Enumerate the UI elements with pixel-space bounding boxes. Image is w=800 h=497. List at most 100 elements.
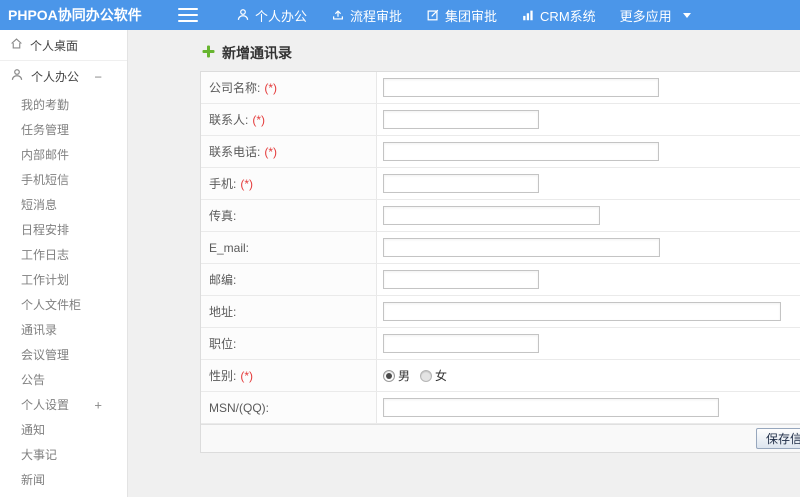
sidebar-item-label: 内部邮件 <box>21 148 70 162</box>
nav-item-label: 更多应用 <box>619 8 672 24</box>
field-input-cell <box>377 110 800 129</box>
field-label: 联系人: <box>209 113 249 127</box>
field-label: E_mail: <box>209 240 250 255</box>
company-name-input[interactable] <box>383 78 659 97</box>
mobile-input[interactable] <box>383 174 539 193</box>
msn-qq-input[interactable] <box>383 398 719 417</box>
crm-chart-icon <box>521 8 535 22</box>
sidebar-item-label: 短消息 <box>21 198 58 212</box>
field-input-cell <box>377 302 800 321</box>
field-label: 地址: <box>209 305 237 319</box>
form-row-zipcode: 邮编: <box>201 264 800 296</box>
field-input-cell <box>377 334 800 353</box>
required-marker: (*) <box>252 112 266 127</box>
hamburger-menu-icon[interactable] <box>178 8 198 22</box>
new-contact-form: 公司名称: (*) 联系人: (*) 联系电话: (*) 手机: (*) 传真: E_mail: 邮… <box>200 71 800 453</box>
field-label-cell: 联系人: (*) <box>201 104 377 135</box>
radio-checked-icon[interactable] <box>383 369 395 382</box>
gender-option-女[interactable]: 女 <box>420 367 447 384</box>
nav-item-流程审批[interactable]: 流程审批 <box>319 0 414 30</box>
sidebar-item-label: 工作计划 <box>21 273 70 287</box>
body-wrap: 个人桌面 个人办公 − 我的考勤 任务管理 内部邮件 手机短信 短消息 日程安排 工作日志 工作计划… <box>0 30 800 497</box>
field-label-cell: 性别: (*) <box>201 360 377 391</box>
collapse-minus-icon[interactable]: − <box>94 69 102 84</box>
gender-radio-group: 男女 <box>383 367 447 384</box>
sidebar-item-label: 个人设置 <box>21 398 70 412</box>
nav-item-CRM系统[interactable]: CRM系统 <box>509 0 608 30</box>
form-row-email: E_mail: <box>201 232 800 264</box>
required-marker: (*) <box>240 368 254 383</box>
gender-option-男[interactable]: 男 <box>383 367 410 384</box>
sidebar-item-个人设置[interactable]: 个人设置 + <box>0 392 127 417</box>
sidebar-item-label: 新闻 <box>21 473 46 487</box>
required-marker: (*) <box>264 80 278 95</box>
field-label-cell: 职位: <box>201 328 377 359</box>
sidebar-item-label: 个人文件柜 <box>21 298 82 312</box>
sidebar-item-通知[interactable]: 通知 <box>0 417 127 442</box>
field-label-cell: 传真: <box>201 200 377 231</box>
sidebar-item-label: 个人桌面 <box>30 38 79 53</box>
sidebar-item-label: 个人办公 <box>31 70 80 84</box>
main-content: 新增通讯录 公司名称: (*) 联系人: (*) 联系电话: (*) 手机: (*) 传真: E_… <box>128 30 800 497</box>
sidebar-item-公告[interactable]: 公告 <box>0 367 127 392</box>
fax-input[interactable] <box>383 206 600 225</box>
field-label: 传真: <box>209 209 237 223</box>
expand-plus-icon[interactable]: + <box>94 397 102 412</box>
group-approve-icon <box>426 8 440 22</box>
caret-down-icon <box>682 12 691 18</box>
field-label-cell: 公司名称: (*) <box>201 72 377 103</box>
sidebar-item-通讯录[interactable]: 通讯录 <box>0 317 127 342</box>
field-input-cell <box>377 398 800 417</box>
field-input-cell <box>377 78 800 97</box>
sidebar-item-label: 任务管理 <box>21 123 70 137</box>
sidebar-item-会议管理[interactable]: 会议管理 <box>0 342 127 367</box>
form-row-contact-phone: 联系电话: (*) <box>201 136 800 168</box>
flow-approve-icon <box>331 8 345 22</box>
nav-item-更多应用[interactable]: 更多应用 <box>608 0 703 30</box>
sidebar-item-手机短信[interactable]: 手机短信 <box>0 167 127 192</box>
sidebar-item-工作日志[interactable]: 工作日志 <box>0 242 127 267</box>
field-label-cell: MSN/(QQ): <box>201 392 377 423</box>
field-label: 职位: <box>209 337 237 351</box>
email-input[interactable] <box>383 238 660 257</box>
address-input[interactable] <box>383 302 781 321</box>
sidebar-item-大事记[interactable]: 大事记 <box>0 442 127 467</box>
radio-unchecked-icon[interactable] <box>420 369 433 382</box>
nav-item-label: CRM系统 <box>540 8 596 24</box>
sidebar-item-工作计划[interactable]: 工作计划 <box>0 267 127 292</box>
nav-item-label: 个人办公 <box>255 8 308 24</box>
position-input[interactable] <box>383 334 539 353</box>
sidebar-item-新闻[interactable]: 新闻 <box>0 467 127 492</box>
sidebar-item-个人桌面[interactable]: 个人桌面 <box>0 30 127 61</box>
page-title: 新增通讯录 <box>222 44 292 61</box>
radio-option-label: 女 <box>435 369 448 383</box>
sidebar-item-任务管理[interactable]: 任务管理 <box>0 117 127 142</box>
sidebar-item-label: 手机短信 <box>21 173 70 187</box>
sidebar-item-个人办公[interactable]: 个人办公 − <box>0 61 127 92</box>
home-icon <box>10 37 23 53</box>
form-row-contact-person: 联系人: (*) <box>201 104 800 136</box>
form-row-mobile: 手机: (*) <box>201 168 800 200</box>
nav-item-集团审批[interactable]: 集团审批 <box>414 0 509 30</box>
sidebar-item-个人文件柜[interactable]: 个人文件柜 <box>0 292 127 317</box>
field-label-cell: 手机: (*) <box>201 168 377 199</box>
contact-phone-input[interactable] <box>383 142 659 161</box>
contact-person-input[interactable] <box>383 110 539 129</box>
nav-item-label: 流程审批 <box>350 8 403 24</box>
save-button[interactable]: 保存信息 <box>756 428 800 449</box>
page-title-bar: 新增通讯录 <box>128 30 800 71</box>
field-label: 邮编: <box>209 273 237 287</box>
add-plus-icon <box>202 45 215 61</box>
sidebar-item-日程安排[interactable]: 日程安排 <box>0 217 127 242</box>
field-label-cell: 地址: <box>201 296 377 327</box>
zipcode-input[interactable] <box>383 270 539 289</box>
form-footer-row: 保存信息 <box>201 424 800 452</box>
sidebar-item-短消息[interactable]: 短消息 <box>0 192 127 217</box>
sidebar-item-我的考勤[interactable]: 我的考勤 <box>0 92 127 117</box>
nav-item-个人办公[interactable]: 个人办公 <box>224 0 319 30</box>
required-marker: (*) <box>240 176 254 191</box>
field-label: 公司名称: <box>209 81 261 95</box>
top-nav: 个人办公 流程审批 集团审批 CRM系统 更多应用 <box>224 0 703 30</box>
sidebar-item-内部邮件[interactable]: 内部邮件 <box>0 142 127 167</box>
form-row-position: 职位: <box>201 328 800 360</box>
